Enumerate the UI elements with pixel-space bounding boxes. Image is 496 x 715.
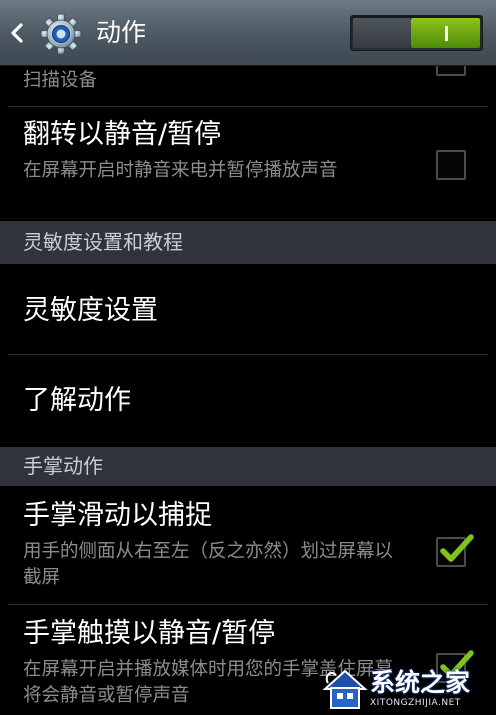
list-item-palm-swipe[interactable]: 手掌滑动以捕捉 用手的侧面从右至左（反之亦然）划过屏幕以截屏: [0, 486, 496, 603]
switch-off-track: [353, 18, 411, 48]
section-header-sensitivity: 灵敏度设置和教程: [0, 221, 496, 264]
scan-devices-summary: 扫描设备: [23, 70, 98, 91]
palm-swipe-summary: 用手的侧面从右至左（反之亦然）划过屏幕以截屏: [23, 541, 394, 588]
list-item-learn-motions[interactable]: 了解动作: [0, 355, 496, 446]
checkmark-icon: [440, 534, 474, 562]
flip-mute-checkbox[interactable]: [436, 150, 466, 180]
palm-touch-title: 手掌触摸以静音/暂停: [23, 618, 276, 649]
watermark-text: 系统之家: [370, 668, 471, 697]
switch-on-indicator: [445, 26, 448, 41]
palm-swipe-checkbox[interactable]: [436, 534, 474, 567]
motion-master-switch[interactable]: [350, 15, 483, 51]
page-title: 动作: [96, 18, 147, 47]
settings-list[interactable]: 扫描设备 翻转以静音/暂停 在屏幕开启时静音来电并暂停播放声音 灵敏度设置和教程…: [0, 66, 496, 715]
watermark-url: XITONGZHIJIA.NET: [370, 698, 461, 708]
chevron-left-icon[interactable]: [9, 22, 25, 44]
list-item-scan-devices[interactable]: 扫描设备: [0, 66, 496, 106]
learn-motions-title: 了解动作: [23, 385, 131, 416]
palm-swipe-title: 手掌滑动以捕捉: [23, 500, 212, 531]
section-header-palm-motion: 手掌动作: [0, 447, 496, 486]
section-header-label: 灵敏度设置和教程: [23, 230, 183, 254]
flip-mute-title: 翻转以静音/暂停: [23, 119, 222, 150]
flip-mute-summary: 在屏幕开启时静音来电并暂停播放声音: [23, 160, 338, 181]
action-bar: 动作: [0, 0, 496, 66]
list-item-sensitivity-settings[interactable]: 灵敏度设置: [0, 264, 496, 354]
sensitivity-settings-title: 灵敏度设置: [23, 295, 158, 326]
scan-devices-checkbox[interactable]: [436, 66, 466, 76]
list-item-flip-mute[interactable]: 翻转以静音/暂停 在屏幕开启时静音来电并暂停播放声音: [0, 107, 496, 217]
gear-icon[interactable]: [39, 12, 83, 56]
house-logo-icon: [322, 669, 368, 709]
site-watermark: 系统之家 XITONGZHIJIA.NET: [318, 665, 494, 713]
section-header-label: 手掌动作: [23, 454, 103, 478]
